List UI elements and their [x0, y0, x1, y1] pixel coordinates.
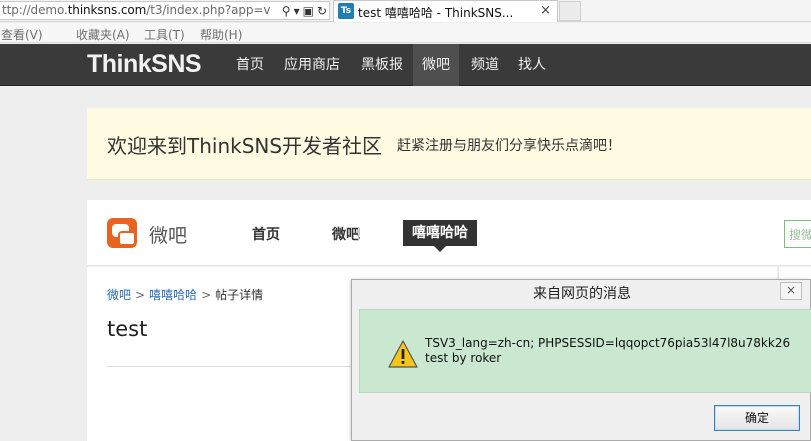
banner-subtitle: 赶紧注册与朋友们分享快乐点滴吧！: [397, 138, 621, 154]
menu-tools[interactable]: 工具(T): [144, 26, 185, 43]
site-nav: ThinkSNS 首页 应用商店 黑板报 微吧 频道 找人: [0, 44, 811, 86]
tab-title: test 嘻嘻哈哈 - ThinkSNS...: [358, 6, 514, 20]
dialog-close-button[interactable]: ×: [780, 282, 802, 300]
search-placeholder: 搜微: [789, 228, 811, 242]
nav-item-home[interactable]: 首页: [227, 44, 273, 86]
breadcrumb-current: 帖子详情: [215, 288, 264, 302]
breadcrumb-weiba[interactable]: 微吧: [107, 288, 131, 302]
compat-view-icon[interactable]: ▣: [303, 3, 314, 19]
breadcrumb-separator: >: [201, 288, 212, 302]
nav-item-app-store[interactable]: 应用商店: [276, 44, 348, 86]
post-title: test: [107, 317, 148, 341]
ok-button[interactable]: 确定: [714, 405, 800, 431]
browser-toolbar: ttp://demo.thinksns.com/t3/index.php?app…: [0, 0, 811, 22]
nav-item-find-people[interactable]: 找人: [509, 44, 555, 86]
breadcrumb-group[interactable]: 嘻嘻哈哈: [149, 288, 197, 302]
chevron-down-icon[interactable]: ▾: [294, 3, 300, 19]
search-input[interactable]: 搜微: [784, 220, 811, 248]
breadcrumb: 微吧 > 嘻嘻哈哈 > 帖子详情: [107, 286, 263, 303]
divider: [107, 366, 357, 367]
nav-divider: [358, 227, 359, 241]
weiba-header: 微吧 首页 微吧 嘻嘻哈哈 搜微: [87, 200, 811, 266]
refresh-icon[interactable]: ↻: [317, 3, 327, 19]
warning-icon: [388, 340, 418, 368]
dialog-message: TSV3_lang=zh-cn; PHPSESSID=lqqopct76pia5…: [425, 336, 791, 350]
weiba-logo-text[interactable]: 微吧: [149, 221, 187, 248]
alert-dialog: 来自网页的消息 × TSV3_lang=zh-cn; PHPSESSID=lqq…: [351, 279, 811, 441]
breadcrumb-separator: >: [135, 288, 146, 302]
address-url[interactable]: ttp://demo.thinksns.com/t3/index.php?app…: [2, 3, 270, 17]
menu-help[interactable]: 帮助(H): [200, 26, 242, 43]
banner-title: 欢迎来到ThinkSNS开发者社区: [107, 134, 383, 158]
weiba-nav-weiba[interactable]: 微吧: [332, 224, 360, 244]
dialog-title: 来自网页的消息: [533, 286, 631, 302]
menu-view[interactable]: 查看(V): [1, 26, 43, 43]
site-logo[interactable]: ThinkSNS: [87, 50, 202, 79]
close-icon[interactable]: ×: [540, 3, 551, 18]
menu-favorites[interactable]: 收藏夹(A): [76, 26, 130, 43]
weiba-current-group[interactable]: 嘻嘻哈哈: [403, 220, 477, 252]
welcome-banner: 欢迎来到ThinkSNS开发者社区 赶紧注册与朋友们分享快乐点滴吧！: [87, 108, 811, 180]
weiba-nav-home[interactable]: 首页: [252, 224, 280, 244]
nav-item-channel[interactable]: 频道: [462, 44, 508, 86]
search-icon[interactable]: ⚲: [282, 3, 291, 19]
browser-tab[interactable]: Ts test 嘻嘻哈哈 - ThinkSNS... ×: [333, 0, 558, 22]
dialog-body: TSV3_lang=zh-cn; PHPSESSID=lqqopct76pia5…: [359, 309, 811, 393]
address-bar[interactable]: ttp://demo.thinksns.com/t3/index.php?app…: [0, 1, 330, 20]
nav-item-blackboard[interactable]: 黑板报: [352, 44, 412, 86]
new-tab-button[interactable]: [559, 1, 581, 21]
nav-item-weiba[interactable]: 微吧: [413, 44, 459, 86]
favicon-icon: Ts: [338, 3, 354, 19]
chat-bubble-icon[interactable]: [107, 218, 137, 248]
browser-menubar: 查看(V) 收藏夹(A) 工具(T) 帮助(H): [0, 23, 811, 43]
dialog-message: test by roker: [425, 351, 502, 365]
